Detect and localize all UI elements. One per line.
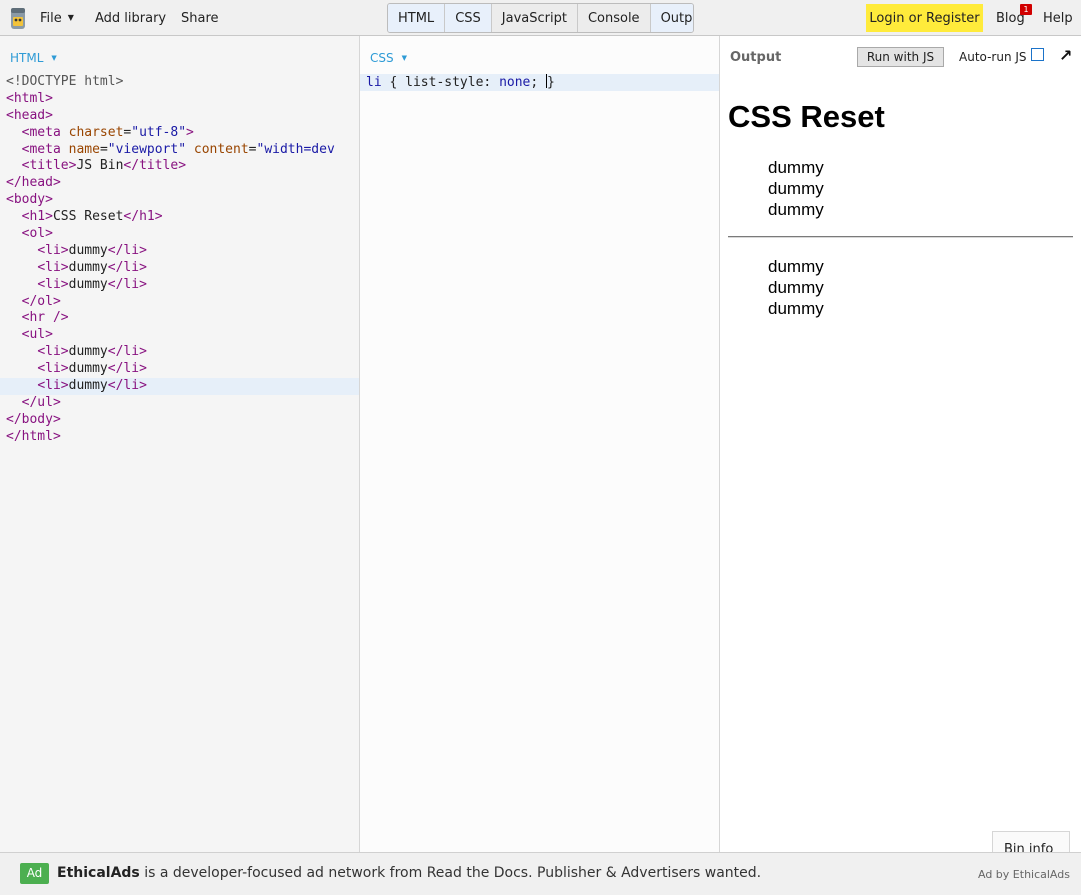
code-line: </ol> [21, 293, 61, 309]
html-code-editor[interactable]: <!DOCTYPE html> <html> <head> <meta charse… [0, 74, 359, 446]
file-menu-label: File [40, 11, 62, 26]
tab-css[interactable]: CSS [445, 4, 492, 32]
code-line: <head> [6, 107, 53, 123]
css-panel-menu[interactable]: CSS ▼ [370, 51, 407, 65]
top-toolbar: File ▼ Add library Share HTML CSS JavaScr… [0, 0, 1081, 36]
code-line: <li>dummy</li> [0, 378, 359, 395]
output-panel: Output Run with JS Auto-run JS ↗ CSS Res… [720, 36, 1081, 855]
ad-description: is a developer-focused ad network from R… [139, 865, 762, 881]
ad-by-link[interactable]: Ad by EthicalAds [978, 868, 1070, 881]
jsbin-logo-icon[interactable] [8, 5, 28, 31]
caret-down-icon: ▼ [401, 54, 408, 62]
list-item: dummy [768, 179, 824, 198]
ad-brand: EthicalAds [57, 865, 140, 881]
autorun-js-checkbox[interactable] [1031, 48, 1044, 61]
ad-bar: Ad EthicalAds is a developer-focused ad … [0, 852, 1081, 895]
css-code-editor[interactable]: li { list-style: none; } [360, 74, 719, 91]
autorun-js-label: Auto-run JS [959, 50, 1027, 64]
panel-toggle-group: HTML CSS JavaScript Console Output [387, 3, 694, 33]
list-item: dummy [768, 200, 824, 219]
code-line: </html> [6, 428, 61, 444]
list-item: dummy [768, 158, 824, 177]
output-preview: CSS Reset dummy dummy dummy dummy dummy … [728, 96, 1073, 319]
ad-text[interactable]: EthicalAds is a developer-focused ad net… [57, 865, 761, 881]
output-panel-label: Output [730, 50, 782, 65]
login-register-button[interactable]: Login or Register [866, 4, 983, 32]
popout-arrow-icon[interactable]: ↗ [1059, 46, 1072, 65]
help-link[interactable]: Help [1043, 0, 1073, 36]
caret-down-icon: ▼ [51, 54, 57, 62]
code-line: <ol> [21, 226, 53, 242]
blog-notification-badge: 1 [1020, 4, 1032, 15]
code-line: <li>dummy</li> [37, 344, 147, 360]
add-library-button[interactable]: Add library [95, 0, 166, 36]
ad-badge: Ad [20, 863, 49, 884]
code-line: </body> [6, 411, 61, 427]
html-panel-menu[interactable]: HTML ▼ [10, 51, 57, 65]
css-editor-panel: CSS ▼ li { list-style: none; } [360, 36, 720, 852]
tab-console[interactable]: Console [577, 4, 651, 32]
code-line: <title>JS Bin</title> [21, 158, 187, 174]
preview-heading: CSS Reset [728, 99, 885, 134]
code-line: <body> [6, 192, 53, 208]
preview-divider [728, 236, 1073, 238]
caret-down-icon: ▼ [67, 13, 74, 22]
run-with-js-button[interactable]: Run with JS [857, 47, 944, 67]
preview-unordered-list: dummy dummy dummy [728, 256, 1073, 319]
tab-javascript[interactable]: JavaScript [491, 4, 578, 32]
html-panel-label: HTML [10, 51, 44, 65]
preview-ordered-list: dummy dummy dummy [728, 157, 1073, 220]
code-line: <hr /> [21, 310, 69, 326]
tab-output[interactable]: Output [650, 4, 693, 32]
code-line: <meta charset="utf-8"> [21, 124, 194, 140]
file-menu[interactable]: File ▼ [40, 0, 74, 36]
code-line: <li>dummy</li> [37, 276, 147, 292]
code-line: <h1>CSS Reset</h1> [21, 209, 163, 225]
tab-html[interactable]: HTML [388, 4, 446, 32]
css-panel-label: CSS [370, 51, 394, 65]
code-line: <li>dummy</li> [37, 259, 147, 275]
code-line: <meta name="viewport" content="width=dev [21, 141, 335, 157]
code-line: <li>dummy</li> [37, 242, 147, 258]
code-line: </head> [6, 175, 61, 191]
code-line: <html> [6, 90, 53, 106]
list-item: dummy [768, 257, 824, 276]
html-editor-panel: HTML ▼ <!DOCTYPE html> <html> <head> <meta … [0, 36, 360, 852]
code-line: </ul> [21, 394, 61, 410]
share-button[interactable]: Share [181, 0, 219, 36]
code-line: <li>dummy</li> [37, 361, 147, 377]
code-line: li { list-style: none; } [360, 74, 719, 91]
code-line: <ul> [21, 327, 53, 343]
list-item: dummy [768, 278, 824, 297]
code-line: <!DOCTYPE html> [6, 74, 124, 89]
list-item: dummy [768, 299, 824, 318]
text-cursor [546, 74, 548, 88]
